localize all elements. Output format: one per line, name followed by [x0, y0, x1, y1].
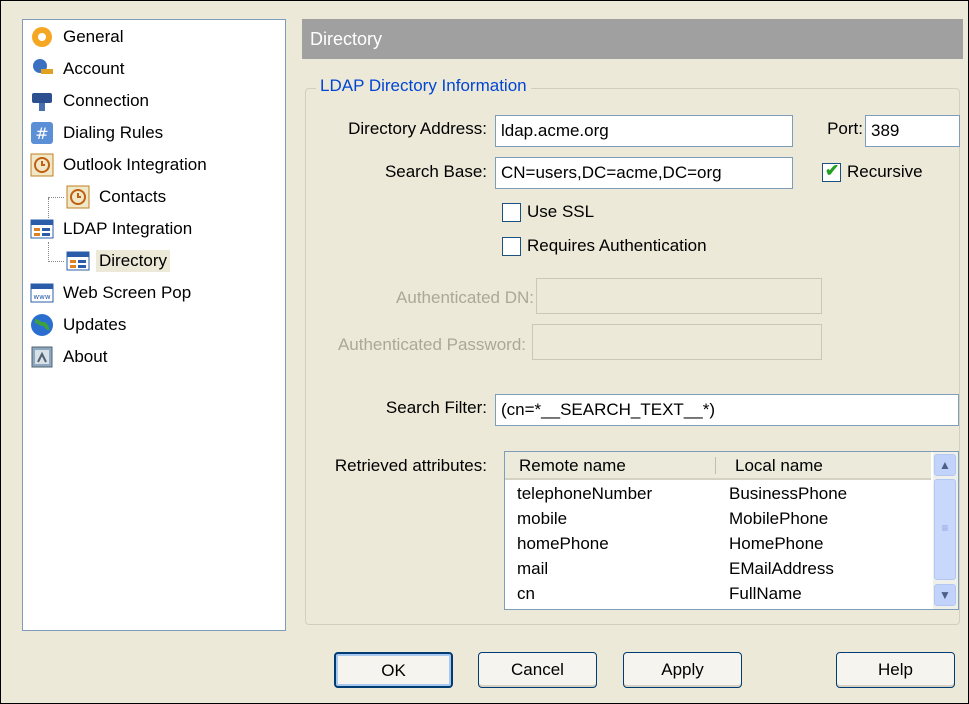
tree-item-contacts[interactable]: Contacts — [66, 183, 169, 211]
column-header-remote-name[interactable]: Remote name — [519, 456, 626, 476]
svg-text:#: # — [35, 124, 48, 143]
search-filter-field[interactable]: (cn=*__SEARCH_TEXT__*) — [495, 394, 959, 426]
clock-icon — [66, 185, 90, 209]
directory-address-field[interactable]: ldap.acme.org — [495, 115, 793, 147]
tree-item-label: Outlook Integration — [63, 155, 207, 174]
requires-auth-label: Requires Authentication — [527, 236, 707, 255]
tree-item-ldap-integration[interactable]: LDAP Integration — [30, 215, 195, 243]
svg-text:www: www — [33, 293, 50, 301]
scroll-up-button[interactable]: ▲ — [934, 454, 956, 476]
hash-icon: # — [30, 121, 54, 145]
attributes-list[interactable]: Remote name Local name telephoneNumber B… — [504, 451, 959, 610]
search-base-field[interactable]: CN=users,DC=acme,DC=org — [495, 157, 793, 189]
vertical-scrollbar[interactable]: ▲ ≡ ▼ — [933, 452, 958, 609]
globe-icon — [30, 313, 54, 337]
use-ssl-label: Use SSL — [527, 202, 595, 221]
column-separator[interactable] — [715, 457, 716, 474]
gear-icon — [30, 25, 54, 49]
auth-dn-field[interactable] — [536, 278, 822, 314]
tree-item-label: Account — [63, 59, 125, 78]
local-name-cell: MobilePhone — [729, 509, 829, 528]
recursive-label: Recursive — [847, 162, 923, 181]
use-ssl-checkbox[interactable] — [502, 203, 521, 222]
remote-name-cell: mail — [517, 559, 549, 578]
settings-tree[interactable]: General Account Connection # Dialing Rul… — [22, 19, 286, 631]
remote-name-cell: cn — [517, 584, 535, 603]
directory-icon — [30, 217, 54, 241]
list-header: Remote name Local name — [505, 452, 931, 480]
apply-button[interactable]: Apply — [623, 652, 742, 688]
table-row[interactable]: homePhone HomePhone — [505, 534, 931, 557]
auth-password-label: Authenticated Password: — [337, 335, 526, 354]
page-title: Directory — [302, 19, 963, 59]
tree-item-label: Directory — [96, 250, 171, 272]
tree-item-connection[interactable]: Connection — [30, 87, 152, 115]
tree-item-directory[interactable]: Directory — [66, 247, 171, 275]
tree-item-general[interactable]: General — [30, 23, 126, 51]
directory-icon — [66, 249, 90, 273]
tree-connector — [48, 197, 64, 198]
column-header-local-name[interactable]: Local name — [735, 456, 823, 476]
tree-item-label: Connection — [63, 91, 150, 110]
tree-connector — [48, 242, 49, 262]
search-base-label: Search Base: — [384, 162, 487, 181]
ok-button[interactable]: OK — [334, 652, 453, 688]
remote-name-cell: telephoneNumber — [517, 484, 653, 503]
remote-name-cell: homePhone — [517, 534, 609, 553]
clock-icon — [30, 153, 54, 177]
tree-item-label: Dialing Rules — [63, 123, 164, 142]
tree-item-label: About — [63, 347, 108, 366]
account-key-icon — [30, 57, 54, 81]
tree-connector — [48, 261, 64, 262]
scroll-down-button[interactable]: ▼ — [934, 584, 956, 606]
tree-item-account[interactable]: Account — [30, 55, 127, 83]
local-name-cell: HomePhone — [729, 534, 824, 553]
scroll-thumb[interactable]: ≡ — [934, 479, 956, 580]
web-window-icon: www — [30, 281, 54, 305]
requires-auth-checkbox[interactable] — [502, 237, 521, 256]
recursive-checkbox[interactable]: ✔ — [822, 161, 841, 182]
tree-item-web-screen-pop[interactable]: www Web Screen Pop — [30, 279, 194, 307]
table-row[interactable]: mobile MobilePhone — [505, 509, 931, 532]
plug-icon — [30, 89, 54, 113]
table-row[interactable]: mail EMailAddress — [505, 559, 931, 582]
cancel-button[interactable]: Cancel — [478, 652, 597, 688]
tree-item-about[interactable]: About — [30, 343, 110, 371]
auth-password-field[interactable] — [532, 324, 822, 360]
auth-dn-label: Authenticated DN: — [396, 288, 534, 307]
port-field[interactable]: 389 — [865, 115, 960, 147]
local-name-cell: FullName — [729, 584, 802, 603]
tree-item-label: LDAP Integration — [63, 219, 193, 238]
tree-item-dialing-rules[interactable]: # Dialing Rules — [30, 119, 166, 147]
directory-address-label: Directory Address: — [348, 119, 487, 138]
local-name-cell: BusinessPhone — [729, 484, 848, 503]
tree-item-updates[interactable]: Updates — [30, 311, 129, 339]
remote-name-cell: mobile — [517, 509, 568, 528]
port-label: Port: — [827, 119, 863, 138]
tree-item-label: Web Screen Pop — [63, 283, 192, 302]
tree-item-label: General — [63, 27, 124, 46]
group-title: LDAP Directory Information — [316, 76, 531, 96]
checkmark-icon: ✔ — [825, 161, 840, 180]
tree-item-label: Updates — [63, 315, 127, 334]
search-filter-label: Search Filter: — [385, 398, 487, 417]
tree-item-outlook-integration[interactable]: Outlook Integration — [30, 151, 210, 179]
about-icon — [30, 345, 54, 369]
local-name-cell: EMailAddress — [729, 559, 834, 578]
table-row[interactable]: telephoneNumber BusinessPhone — [505, 484, 931, 507]
help-button[interactable]: Help — [836, 652, 955, 688]
table-row[interactable]: cn FullName — [505, 584, 931, 607]
tree-item-label: Contacts — [99, 187, 167, 206]
retrieved-attributes-label: Retrieved attributes: — [334, 456, 487, 475]
